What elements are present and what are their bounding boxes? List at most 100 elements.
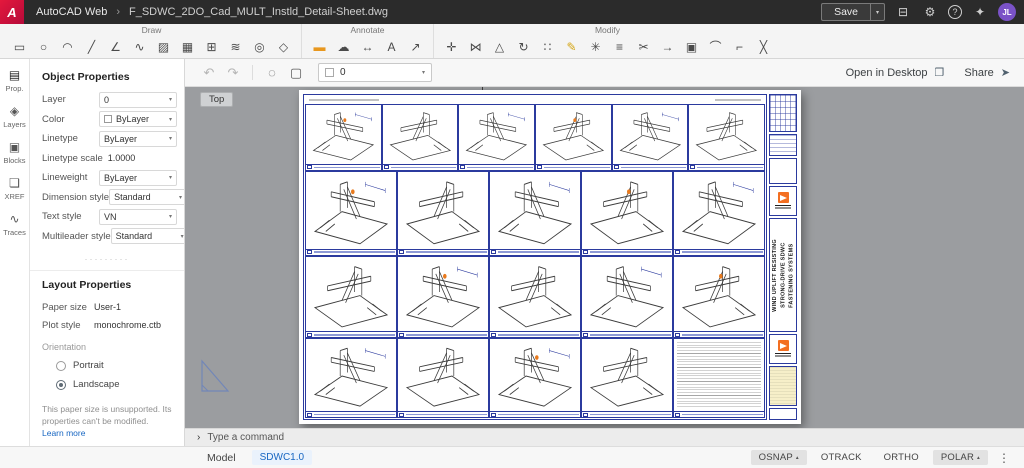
toggle-polar[interactable]: POLAR▴	[933, 450, 988, 465]
tool-break[interactable]: ╳	[752, 36, 775, 57]
sheet-header-text	[305, 96, 765, 104]
open-in-desktop-button[interactable]: Open in Desktop ❐	[846, 66, 945, 79]
panel-caption	[490, 411, 580, 417]
tool-arc[interactable]: ◠	[56, 36, 79, 57]
tool-copy[interactable]: ▣	[680, 36, 703, 57]
tool-mirror[interactable]: ⋈	[464, 36, 487, 57]
tool-solid-fill[interactable]: ▦	[176, 36, 199, 57]
panel-caption	[398, 331, 488, 337]
settings-button[interactable]: ⚙	[921, 3, 939, 21]
tool-donut[interactable]: ◎	[248, 36, 271, 57]
save-dropdown-button[interactable]: ▾	[870, 3, 885, 21]
lineweight-select[interactable]: ByLayer▾	[99, 170, 177, 186]
tool-circle[interactable]: ○	[32, 36, 55, 57]
whats-new-button[interactable]: ✦	[971, 3, 989, 21]
linetype-scale-input[interactable]: 1.0000	[103, 150, 181, 166]
tool-explode[interactable]: ✳	[584, 36, 607, 57]
tool-text[interactable]: A	[380, 36, 403, 57]
toolbar-divider	[252, 65, 253, 80]
tool-offset-modify[interactable]: ≡	[608, 36, 631, 57]
tool-dimension[interactable]: ▬	[308, 36, 331, 57]
field-value: Standard	[116, 231, 153, 241]
tool-polygon[interactable]: ◇	[272, 36, 295, 57]
toggle-osnap[interactable]: OSNAP▴	[751, 450, 807, 465]
field-label: Color	[42, 114, 99, 125]
panel-caption	[689, 164, 764, 170]
learn-more-link[interactable]: Learn more	[42, 428, 85, 438]
color-select[interactable]: ByLayer▾	[99, 111, 177, 127]
window-select-button[interactable]: ▢	[286, 63, 306, 83]
dimension-style-select[interactable]: Standard▾	[109, 189, 185, 205]
tool-measure[interactable]: ↔	[356, 36, 379, 57]
field-label: Linetype	[42, 133, 99, 144]
sidebar-item-xref[interactable]: ❏XREF	[0, 177, 30, 201]
share-button[interactable]: Share ➤	[964, 66, 1010, 79]
tool-move[interactable]: ✛	[440, 36, 463, 57]
notes-box	[769, 366, 797, 406]
print-button[interactable]: ⊟	[894, 3, 912, 21]
tool-fillet[interactable]: ⌒	[704, 36, 727, 57]
sidebar-item-layers[interactable]: ◈Layers	[0, 105, 30, 129]
caret-up-icon: ▴	[977, 455, 980, 461]
undo-button[interactable]: ↶	[199, 63, 219, 83]
tool-array[interactable]: ⊞	[200, 36, 223, 57]
tool-extend[interactable]: →	[656, 36, 679, 57]
toggle-otrack[interactable]: OTRACK	[813, 450, 870, 465]
sidebar-item-traces[interactable]: ∿Traces	[0, 213, 30, 237]
save-button[interactable]: Save	[821, 3, 870, 21]
layer-dropdown[interactable]: 0 ▾	[318, 63, 432, 82]
tool-leader[interactable]: ↗	[404, 36, 427, 57]
tab-layout-sdwc[interactable]: SDWC1.0	[252, 450, 312, 465]
help-button[interactable]: ?	[948, 5, 962, 19]
field-color: ColorByLayer▾	[30, 110, 184, 130]
titlebar-icons: ⊟ ⚙? ✦	[894, 3, 989, 21]
text-style-select[interactable]: VN▾	[99, 209, 177, 225]
drawing-viewport[interactable]: Top WIND UPLIFT RESISTING STRONG-DRIVE S…	[185, 87, 1024, 428]
tool-line[interactable]: ╱	[80, 36, 103, 57]
panel-caption-text	[406, 251, 487, 253]
ribbon-group-annotate: Annotate▬☁↔A↗	[301, 24, 433, 58]
layer-select[interactable]: 0▾	[99, 92, 177, 108]
chevron-down-icon: ▾	[169, 174, 172, 181]
tool-hatch[interactable]: ▨	[152, 36, 175, 57]
field-label: Paper size	[42, 302, 94, 313]
lasso-select-button[interactable]: ◌	[262, 63, 282, 83]
tool-trim[interactable]: ✂	[632, 36, 655, 57]
dimension-icon: ▬	[314, 41, 326, 53]
tool-erase[interactable]: ✎	[560, 36, 583, 57]
viewcube[interactable]: Top	[200, 92, 233, 107]
sidebar-item-blocks[interactable]: ▣Blocks	[0, 141, 30, 165]
command-line[interactable]: › Type a command	[185, 428, 1024, 446]
window-select-icon: ▢	[290, 65, 302, 81]
sidebar-item-properties[interactable]: ▤Prop.	[0, 69, 30, 93]
autocad-logo[interactable]: A	[0, 0, 24, 24]
status-overflow-menu[interactable]: ⋮	[994, 451, 1014, 465]
tool-polyline[interactable]: ∠	[104, 36, 127, 57]
sidebar-item-label: XREF	[4, 192, 24, 201]
tab-model[interactable]: Model	[207, 452, 236, 464]
arc-icon: ◠	[62, 41, 72, 53]
tool-offset[interactable]: ≋	[224, 36, 247, 57]
toggle-ortho[interactable]: ORTHO	[876, 450, 927, 465]
avatar[interactable]: JL	[998, 3, 1016, 21]
tool-revision-cloud[interactable]: ☁	[332, 36, 355, 57]
panel-caption	[306, 331, 396, 337]
multileader-style-select[interactable]: Standard▾	[111, 228, 185, 244]
text-icon: A	[387, 41, 395, 53]
tool-rotate[interactable]: ↻	[512, 36, 535, 57]
radio-landscape[interactable]: Landscape	[30, 375, 184, 394]
detail-drawing	[459, 105, 534, 164]
panel-resize-handle[interactable]	[30, 246, 184, 266]
radio-portrait[interactable]: Portrait	[30, 356, 184, 375]
tool-rectangle[interactable]: ▭	[8, 36, 31, 57]
panel-number-box	[491, 250, 496, 254]
tool-array-modify[interactable]: ∷	[536, 36, 559, 57]
object-properties-title: Object Properties	[30, 63, 184, 90]
panel-caption-text	[682, 414, 763, 416]
tool-spline[interactable]: ∿	[128, 36, 151, 57]
linetype-select[interactable]: ByLayer▾	[99, 131, 177, 147]
redo-button[interactable]: ↷	[223, 63, 243, 83]
tool-chamfer[interactable]: ⌐	[728, 36, 751, 57]
tool-scale[interactable]: △	[488, 36, 511, 57]
drawing-sheet[interactable]: WIND UPLIFT RESISTING STRONG-DRIVE SDWC …	[299, 90, 801, 424]
